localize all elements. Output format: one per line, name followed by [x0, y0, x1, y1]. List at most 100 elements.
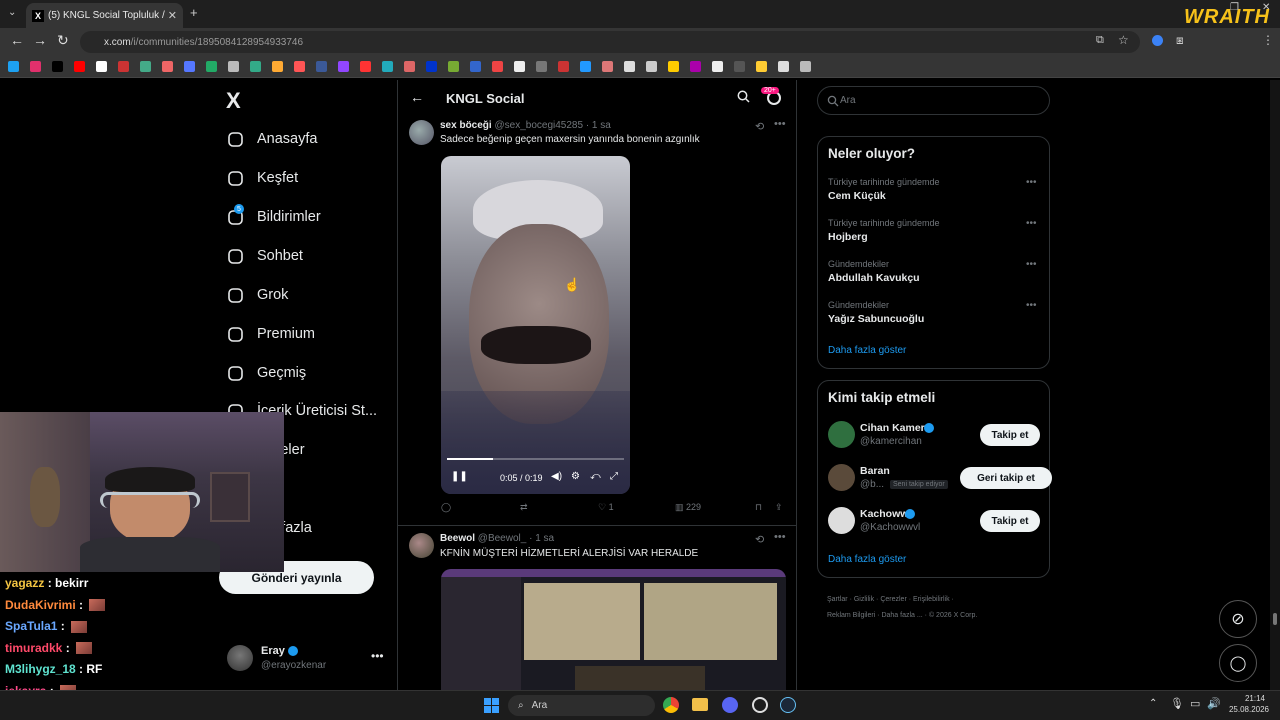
account-more-icon[interactable]: •••	[371, 649, 384, 663]
post-card[interactable]: Beewol @Beewol_ · 1 sa ⟲ ••• KFNİN MÜŞTE…	[398, 527, 796, 690]
tab-list-icon[interactable]: ⌄	[8, 7, 16, 18]
trends-more-link[interactable]: Daha fazla göster	[828, 345, 906, 356]
bookmark-icon[interactable]	[734, 61, 745, 72]
pause-icon[interactable]: ❚❚	[451, 471, 468, 482]
new-tab-icon[interactable]: +	[190, 5, 198, 20]
post-author-handle[interactable]: @Beewol_	[478, 533, 527, 544]
follow-user-name[interactable]: Cihan Kamer	[860, 422, 925, 434]
close-tab-icon[interactable]: ✕	[168, 9, 177, 22]
browser-tab[interactable]: X (5) KNGL Social Topluluk / X ✕	[26, 3, 183, 28]
extensions-puzzle-icon[interactable]: ⧆	[1176, 33, 1184, 48]
bookmark-icon[interactable]	[74, 61, 85, 72]
like-icon[interactable]: ♡ 1	[598, 502, 614, 513]
trend-name[interactable]: Cem Küçük	[828, 190, 886, 202]
bookmark-star-icon[interactable]: ☆	[1118, 33, 1129, 47]
bookmark-icon[interactable]	[756, 61, 767, 72]
bookmark-icon[interactable]	[162, 61, 173, 72]
trend-more-icon[interactable]: •••	[1026, 300, 1037, 311]
bookmark-icon[interactable]	[8, 61, 19, 72]
taskbar-time[interactable]: 21:14	[1231, 694, 1265, 703]
post-media[interactable]	[441, 569, 786, 690]
install-app-icon[interactable]: ⧉	[1096, 34, 1104, 47]
follow-user-name[interactable]: Kachoww	[860, 508, 908, 520]
bookmark-icon[interactable]	[250, 61, 261, 72]
extension-icon[interactable]	[1152, 35, 1163, 46]
bookmark-icon[interactable]	[30, 61, 41, 72]
bookmark-icon[interactable]	[778, 61, 789, 72]
file-explorer-icon[interactable]	[692, 698, 708, 711]
nav-item[interactable]: Geçmiş	[226, 364, 306, 382]
trend-name[interactable]: Hojberg	[828, 231, 868, 243]
speaker-icon[interactable]: 🔊	[1207, 697, 1221, 710]
bookmark-icon[interactable]	[140, 61, 151, 72]
nav-item[interactable]: Premium	[226, 325, 315, 343]
taskbar-date[interactable]: 25.08.2026	[1221, 705, 1269, 714]
video-progress-track[interactable]	[447, 458, 624, 460]
grok-post-icon[interactable]: ⟲	[755, 533, 764, 546]
bookmark-icon[interactable]	[800, 61, 811, 72]
tray-chevron-icon[interactable]: ⌃	[1149, 698, 1157, 709]
bookmark-icon[interactable]	[448, 61, 459, 72]
bookmark-icon[interactable]	[558, 61, 569, 72]
restore-window-icon[interactable]: ❐	[1230, 2, 1239, 13]
footer-link[interactable]: Daha fazla ...	[881, 612, 922, 619]
chrome-taskbar-icon[interactable]	[663, 697, 679, 713]
rotate-icon[interactable]: ⤺	[590, 471, 601, 482]
back-arrow-icon[interactable]: ←	[410, 89, 424, 105]
search-icon[interactable]	[737, 90, 750, 103]
footer-link[interactable]: Şartlar	[827, 596, 848, 603]
taskbar-search[interactable]: ⌕ Ara	[508, 695, 655, 716]
repost-icon[interactable]: ⇄	[520, 502, 528, 513]
nav-item[interactable]: Keşfet	[226, 169, 298, 187]
footer-link[interactable]: Erişilebilirlik	[913, 596, 950, 603]
bookmark-icon[interactable]	[206, 61, 217, 72]
x-logo-icon[interactable]: X	[226, 88, 241, 114]
nav-item[interactable]: Sohbet	[226, 247, 303, 265]
trend-more-icon[interactable]: •••	[1026, 259, 1037, 270]
footer-link[interactable]: Çerezler	[880, 596, 906, 603]
bookmark-icon[interactable]	[580, 61, 591, 72]
nav-item[interactable]: Grok	[226, 286, 288, 304]
search-input[interactable]: Ara	[817, 86, 1050, 115]
follow-avatar[interactable]	[828, 507, 855, 534]
trend-more-icon[interactable]: •••	[1026, 218, 1037, 229]
post-author-name[interactable]: sex böceği	[440, 120, 492, 131]
page-scrollbar[interactable]	[1270, 80, 1280, 690]
share-icon[interactable]: ⇪	[775, 502, 783, 513]
bookmark-icon[interactable]	[712, 61, 723, 72]
trend-more-icon[interactable]: •••	[1026, 177, 1037, 188]
browser-menu-icon[interactable]: ⋮	[1262, 33, 1274, 47]
bookmark-icon[interactable]	[624, 61, 635, 72]
bookmark-icon[interactable]	[272, 61, 283, 72]
bookmark-icon[interactable]	[690, 61, 701, 72]
trend-name[interactable]: Abdullah Kavukçu	[828, 272, 920, 284]
post-avatar[interactable]	[409, 120, 434, 145]
reload-icon[interactable]: ↻	[57, 32, 69, 49]
bookmark-icon[interactable]	[118, 61, 129, 72]
grok-post-icon[interactable]: ⟲	[755, 120, 764, 133]
bookmark-icon[interactable]	[646, 61, 657, 72]
bookmark-post-icon[interactable]: ⊓	[755, 502, 762, 513]
follow-button[interactable]: Takip et	[980, 510, 1040, 532]
views-icon[interactable]: ▥ 229	[675, 502, 701, 513]
bookmark-icon[interactable]	[514, 61, 525, 72]
nav-item[interactable]: 5 Bildirimler	[226, 204, 321, 226]
post-author-name[interactable]: Beewol	[440, 533, 475, 544]
bookmark-icon[interactable]	[470, 61, 481, 72]
microphone-icon[interactable]: 🎙	[1170, 697, 1184, 710]
post-more-icon[interactable]: •••	[774, 531, 786, 543]
follow-avatar[interactable]	[828, 464, 855, 491]
scrollbar-thumb[interactable]	[1273, 613, 1277, 625]
bookmark-icon[interactable]	[404, 61, 415, 72]
follow-avatar[interactable]	[828, 421, 855, 448]
back-icon[interactable]: ←	[10, 32, 24, 48]
post-video[interactable]: ❚❚ 0:05 / 0:19 ◀) ⚙ ⤺ ⤢	[441, 156, 630, 494]
post-more-icon[interactable]: •••	[774, 118, 786, 130]
network-icon[interactable]: ▭	[1190, 697, 1200, 710]
follow-button[interactable]: Takip et	[980, 424, 1040, 446]
nav-item[interactable]: Anasayfa	[226, 130, 317, 148]
discord-icon[interactable]	[722, 697, 738, 713]
follow-user-name[interactable]: Baran	[860, 465, 890, 477]
fullscreen-icon[interactable]: ⤢	[610, 471, 618, 482]
account-avatar[interactable]	[227, 645, 253, 671]
